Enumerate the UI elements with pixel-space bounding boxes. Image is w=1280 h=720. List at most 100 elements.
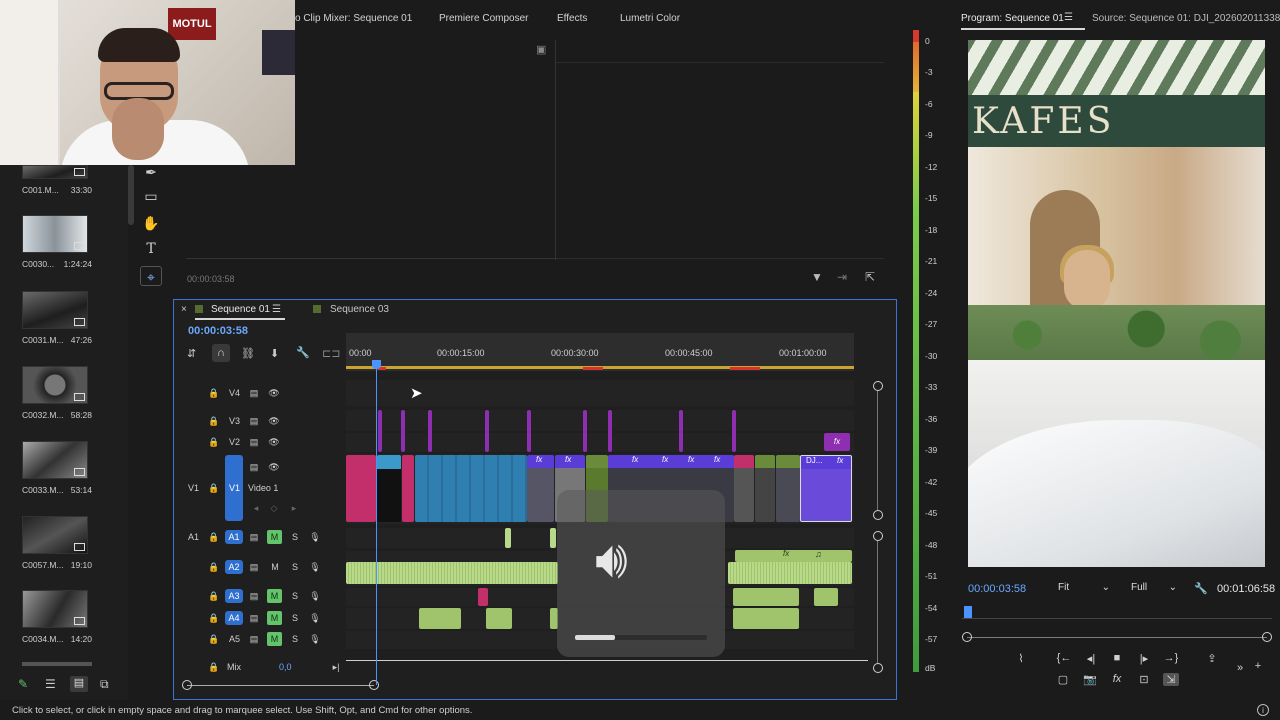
step-forward-icon[interactable]: ⇥ [837, 270, 847, 284]
bin-item[interactable]: C0033.M... 53:14 [22, 441, 92, 495]
solo-button-a5[interactable]: S [289, 633, 301, 645]
track-target-a2[interactable]: A2 [225, 560, 243, 574]
vertical-scrollbar[interactable] [877, 541, 878, 663]
timeline-clip[interactable] [732, 410, 736, 452]
lock-icon[interactable]: 🔒 [208, 561, 220, 573]
freeform-view-icon[interactable]: ⧉ [100, 677, 109, 692]
pen-tool-icon[interactable]: ✒ [140, 162, 162, 182]
timeline-clip[interactable] [583, 410, 587, 452]
more-controls-icon[interactable]: » [1232, 662, 1248, 674]
eye-icon[interactable]: 👁 [268, 461, 280, 473]
lock-icon[interactable]: 🔒 [208, 436, 220, 448]
close-icon[interactable]: × [181, 304, 187, 315]
mute-button-a5[interactable]: M [267, 632, 282, 646]
sync-lock-icon[interactable]: ▤ [248, 461, 260, 473]
add-marker-icon[interactable]: ⌇ [1013, 652, 1029, 665]
timeline-clip[interactable] [378, 410, 382, 452]
stop-icon[interactable]: ■ [1109, 652, 1125, 664]
panel-menu-icon[interactable]: ☰ [1064, 12, 1073, 23]
step-back-icon[interactable]: ◂| [1083, 652, 1099, 665]
bin-item[interactable]: C0031.M... 47:26 [22, 291, 92, 345]
clip-thumbnail[interactable] [22, 441, 88, 479]
audio-clip-a2[interactable] [728, 562, 852, 584]
lock-icon[interactable]: 🔒 [208, 590, 220, 602]
vertical-scrollbar[interactable] [877, 391, 878, 510]
tab-premiere-composer[interactable]: Premiere Composer [439, 13, 528, 24]
timeline-clip[interactable] [428, 410, 432, 452]
fx-bypass-icon[interactable]: fx [1109, 673, 1125, 685]
track-target-a4[interactable]: A4 [225, 611, 243, 625]
lock-icon[interactable]: 🔒 [208, 531, 220, 543]
microphone-icon[interactable]: 🎙 [309, 531, 321, 543]
zoom-handle-left[interactable] [182, 680, 192, 690]
lock-icon[interactable]: 🔒 [208, 612, 220, 624]
vertical-scroll-handle[interactable] [873, 531, 883, 541]
timeline-clip[interactable] [485, 410, 489, 452]
tab-sequence-01[interactable]: Sequence 01 [211, 304, 270, 315]
audio-clip[interactable] [486, 608, 512, 629]
audio-clip[interactable]: fx ♫ [735, 549, 852, 562]
tab-effects[interactable]: Effects [557, 13, 587, 24]
lock-icon[interactable]: 🔒 [208, 482, 220, 494]
clip-thumbnail[interactable] [22, 215, 88, 253]
lock-icon[interactable]: 🔒 [208, 633, 220, 645]
track-v3[interactable] [346, 410, 854, 431]
compare-view-icon[interactable]: ⇲ [1163, 673, 1179, 686]
lock-icon[interactable]: 🔒 [208, 415, 220, 427]
sync-lock-icon[interactable]: ▤ [248, 531, 260, 543]
lift-icon[interactable]: ⇪ [1204, 652, 1220, 665]
selection-tool-icon[interactable]: ⌖ [140, 266, 162, 286]
prev-keyframe-icon[interactable]: ◂ [250, 502, 262, 514]
snap-icon[interactable]: ∩ [212, 344, 230, 362]
lock-icon[interactable]: 🔒 [208, 387, 220, 399]
tab-source-monitor[interactable]: Source: Sequence 01: DJI_202602011338 [1092, 13, 1280, 24]
microphone-icon[interactable]: 🎙 [309, 590, 321, 602]
panel-menu-icon[interactable]: ☰ [272, 304, 281, 315]
sync-lock-icon[interactable]: ▤ [248, 590, 260, 602]
sync-lock-icon[interactable]: ▤ [248, 612, 260, 624]
zoom-handle-right[interactable] [369, 680, 379, 690]
solo-button-a3[interactable]: S [289, 590, 301, 602]
step-forward-icon[interactable]: |▸ [1136, 652, 1152, 665]
horizontal-scrollbar[interactable] [187, 685, 374, 686]
icon-view-icon[interactable]: ▤ [70, 676, 88, 692]
vertical-scroll-handle[interactable] [873, 381, 883, 391]
mute-button-a2[interactable]: M [269, 561, 281, 573]
program-mini-ruler[interactable] [962, 605, 1272, 619]
mix-volume-value[interactable]: 0,0 [279, 662, 292, 672]
timeline-clip[interactable] [679, 410, 683, 452]
hand-tool-icon[interactable]: ✋ [140, 213, 162, 233]
microphone-icon[interactable]: 🎙 [309, 561, 321, 573]
timeline-clip[interactable] [401, 410, 405, 452]
eye-icon[interactable]: 👁 [268, 387, 280, 399]
go-to-out-icon[interactable]: →} [1163, 652, 1179, 664]
clip-thumbnail[interactable] [22, 590, 88, 628]
program-zoom-bar[interactable] [967, 637, 1267, 638]
audio-clip[interactable] [550, 528, 556, 548]
go-to-end-icon[interactable]: ▸| [330, 661, 342, 673]
vr-video-icon[interactable]: ⊡ [1136, 673, 1152, 686]
export-frame-icon[interactable]: 📷 [1082, 673, 1098, 686]
next-keyframe-icon[interactable]: ▸ [288, 502, 300, 514]
bin-item[interactable]: C0034.M... 14:20 [22, 590, 92, 644]
tab-sequence-03[interactable]: Sequence 03 [330, 304, 389, 315]
playhead-line[interactable] [376, 360, 377, 685]
eye-icon[interactable]: 👁 [268, 415, 280, 427]
timeline-clip[interactable] [608, 410, 612, 452]
list-view-icon[interactable]: ☰ [45, 677, 56, 691]
mute-button-a4[interactable]: M [267, 611, 282, 625]
info-icon[interactable]: i [1257, 704, 1269, 716]
bin-item[interactable]: C0032.M... 58:28 [22, 366, 92, 420]
timeline-clip[interactable] [402, 455, 414, 522]
resolution-dropdown[interactable]: Full ⌄ [1131, 582, 1179, 593]
pencil-icon[interactable]: ✎ [18, 677, 28, 691]
sync-lock-icon[interactable]: ▤ [248, 436, 260, 448]
vertical-scroll-handle[interactable] [873, 510, 883, 520]
mute-button-a1[interactable]: M [267, 530, 282, 544]
audio-clip[interactable] [478, 588, 488, 606]
clip-thumbnail[interactable] [22, 165, 88, 179]
clip-thumbnail[interactable] [22, 291, 88, 329]
clip-thumbnail[interactable] [22, 516, 88, 554]
timeline-timecode[interactable]: 00:00:03:58 [188, 325, 248, 337]
safe-margins-icon[interactable]: ▢ [1055, 673, 1071, 686]
